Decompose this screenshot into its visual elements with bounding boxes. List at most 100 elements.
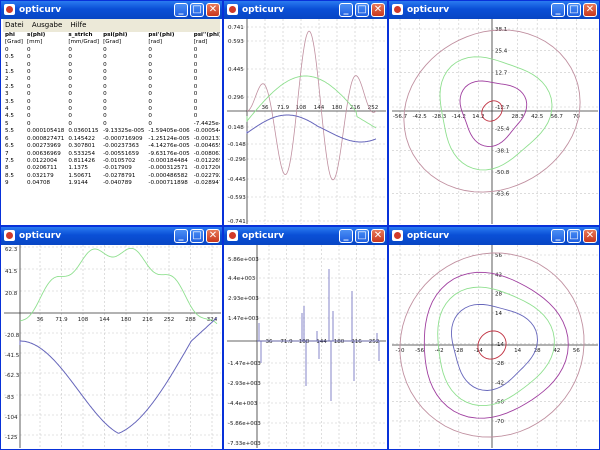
table-cell: 0	[148, 54, 152, 61]
maximize-button[interactable]: □	[355, 3, 369, 17]
table-cell: 0	[103, 76, 107, 83]
maximize-button[interactable]: □	[567, 3, 581, 17]
green-curve	[19, 247, 218, 325]
units-row: [Grad] [mm] [mm/Grad] [Grad] [rad] [rad]	[3, 39, 220, 46]
table-cell: -1.25124e-005	[148, 135, 190, 142]
maximize-button[interactable]: □	[190, 229, 204, 243]
minimize-button[interactable]: _	[339, 3, 353, 17]
table-cell: 5.5	[5, 128, 14, 135]
table-row: 2 0 0 0 0 0	[3, 76, 220, 83]
title-bar[interactable]: opticurv _ □ ✕	[389, 227, 599, 245]
table-row: 3.5 0 0 0 0 0	[3, 99, 220, 106]
window-title: opticurv	[19, 231, 62, 241]
maximize-button[interactable]: □	[567, 229, 581, 243]
table-cell: -9.13325e-005	[103, 128, 145, 135]
table-cell: 0	[103, 61, 107, 68]
y-tick-label: -104	[5, 415, 18, 421]
menu-ausgabe[interactable]: Ausgabe	[32, 21, 62, 29]
y-tick-label: 5.86e+003	[228, 257, 259, 263]
x-tick-label: 252	[369, 339, 380, 345]
table-cell: 0	[103, 120, 107, 127]
plot-area[interactable]: 36 71.9 108 144 180 216 252 288 324 62.3 41.5 20.8-…	[4, 245, 221, 448]
blue-curve	[246, 114, 377, 143]
table-cell: 0.5	[5, 54, 14, 61]
plot-area[interactable]: 36 71.9 108 144 180 216 252 5.86e+003 4.4e+003 2.…	[227, 245, 386, 448]
table-cell: 1.5	[5, 69, 14, 76]
y-tick-label: 28	[495, 292, 502, 298]
title-bar[interactable]: opticurv _ □ ✕	[224, 1, 387, 19]
x-tick-label: 288	[185, 317, 196, 323]
table-cell: 0.00273969	[26, 143, 61, 150]
table-cell: 0.0122004	[26, 157, 58, 164]
close-button[interactable]: ✕	[371, 229, 385, 243]
table-row: 8.5 0.032179 1.50671 -0.0278791 -0.000486582…	[3, 173, 220, 180]
minimize-button[interactable]: _	[174, 229, 188, 243]
y-tick-label: -20.8	[5, 333, 20, 339]
close-button[interactable]: ✕	[583, 3, 597, 17]
column-header: s(phi)	[26, 32, 46, 38]
x-tick-label: 71.9	[280, 339, 293, 345]
table-cell: -0.0105702	[103, 157, 136, 164]
table-cell: 5	[5, 120, 9, 127]
y-tick-label: -50.8	[495, 170, 510, 176]
data-table-area[interactable]: phi s(phi) s_strich psi(phi) psi'(phi) psi''(…	[3, 32, 220, 222]
table-cell: 0	[148, 61, 152, 68]
table-cell: 0.811426	[68, 157, 96, 164]
y-tick-label: 0.296	[228, 95, 244, 101]
y-tick-label: -125	[5, 435, 18, 441]
y-tick-label: 62.3	[5, 247, 18, 253]
y-tick-label: -62.3	[5, 373, 20, 379]
app-icon	[4, 4, 15, 15]
table-cell: 0.145422	[68, 135, 96, 142]
menu-hilfe[interactable]: Hilfe	[71, 21, 87, 29]
table-cell: 0.0206711	[26, 165, 58, 172]
table-cell: -4.14276e-005	[148, 143, 190, 150]
title-bar[interactable]: opticurv _ □ ✕	[389, 1, 599, 19]
table-cell: 3.5	[5, 98, 14, 105]
close-button[interactable]: ✕	[371, 3, 385, 17]
x-tick-label: 216	[351, 339, 362, 345]
table-cell: 0.032179	[26, 172, 54, 179]
plot-area[interactable]: -56.7 -42.5 -28.3 -14.2 14.2 28.3 42.5 56.7 70 38…	[392, 19, 598, 224]
table-cell: 0	[148, 120, 152, 127]
table-cell: 0	[103, 83, 107, 90]
table-cell: 0	[103, 46, 107, 53]
table-cell: 0.307801	[68, 143, 96, 150]
table-cell: 0	[193, 69, 198, 76]
close-button[interactable]: ✕	[206, 229, 220, 243]
minimize-button[interactable]: _	[551, 3, 565, 17]
table-cell: 0	[148, 98, 152, 105]
title-bar[interactable]: opticurv _ □ ✕	[1, 227, 222, 245]
menu-bar: Datei Ausgabe Hilfe	[3, 19, 220, 32]
table-cell: -0.00213336	[193, 135, 220, 142]
unit-cell: [mm/Grad]	[68, 39, 100, 46]
title-bar[interactable]: opticurv _ □ ✕	[1, 1, 222, 19]
y-tick-label: -28	[495, 361, 504, 367]
table-cell: 0.533254	[68, 150, 96, 157]
plot-window-top-right: opticurv _ □ ✕ -56.7 -42.5 -28.3 -14.2 14.2 2…	[388, 0, 600, 226]
close-button[interactable]: ✕	[206, 3, 220, 17]
menu-datei[interactable]: Datei	[5, 21, 24, 29]
x-tick-label: -42.5	[412, 114, 427, 120]
header-row: phi s(phi) s_strich psi(phi) psi'(phi) psi''(…	[3, 32, 220, 39]
plot-area[interactable]: -70 -56 -42 -28 -14 14 28 42 56 56 42 28 14 -14 -28 -42…	[392, 245, 598, 448]
table-cell: -0.00465584	[193, 143, 220, 150]
y-tick-label: 4.4e+003	[228, 276, 256, 282]
minimize-button[interactable]: _	[339, 229, 353, 243]
minimize-button[interactable]: _	[174, 3, 188, 17]
table-cell: -0.0122697	[193, 157, 220, 164]
title-bar[interactable]: opticurv _ □ ✕	[224, 227, 387, 245]
table-cell: 0	[193, 83, 198, 90]
close-button[interactable]: ✕	[583, 229, 597, 243]
y-tick-label: -0.148	[228, 142, 246, 148]
x-tick-label: 36	[266, 339, 273, 345]
minimize-button[interactable]: _	[551, 229, 565, 243]
maximize-button[interactable]: □	[355, 229, 369, 243]
table-cell: 0	[68, 106, 72, 113]
y-tick-label: -70	[495, 419, 504, 425]
maximize-button[interactable]: □	[190, 3, 204, 17]
y-tick-label: 14	[495, 311, 502, 317]
column-header: s_strich	[68, 32, 93, 38]
plot-area[interactable]: 36 71.9 108 144 180 216 252 0.741 0.593 0.445 0.29…	[227, 19, 386, 224]
data-table: phi s(phi) s_strich psi(phi) psi'(phi) psi''(…	[3, 32, 220, 188]
